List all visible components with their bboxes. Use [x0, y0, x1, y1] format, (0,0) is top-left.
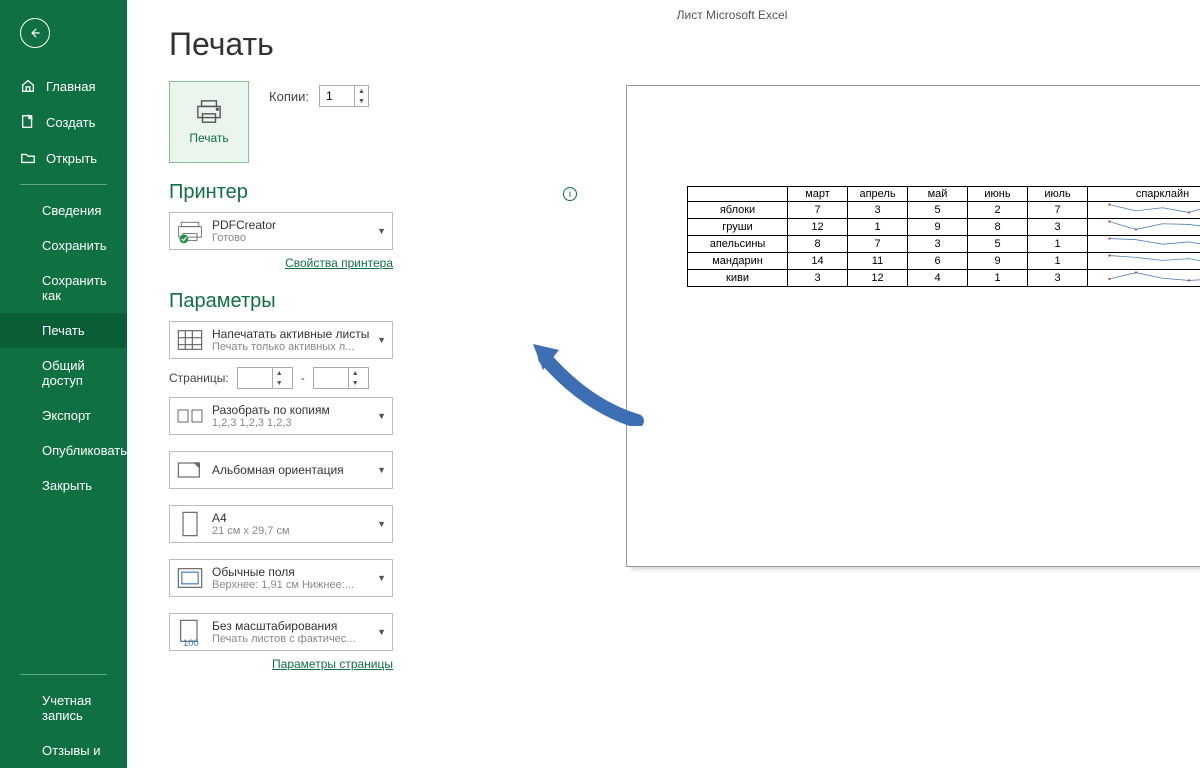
sidebar-item[interactable]: Учетная запись	[0, 683, 127, 733]
sidebar-item[interactable]: Печать	[0, 313, 127, 348]
sidebar-item-label: Сохранить как	[42, 273, 127, 303]
printer-icon	[194, 99, 224, 125]
sidebar-item[interactable]: Открыть	[0, 140, 127, 176]
section-params: Параметры	[169, 290, 577, 313]
printer-properties-link[interactable]: Свойства принтера	[285, 256, 393, 270]
spinner-up-icon[interactable]: ▲	[355, 86, 368, 96]
sidebar-item[interactable]: Отзывы и	[0, 733, 127, 768]
sidebar-item-label: Сведения	[42, 203, 101, 218]
sparkline	[1088, 219, 1200, 236]
sparkline	[1088, 253, 1200, 270]
section-printer: Принтер i	[169, 181, 577, 204]
sidebar-item-label: Открыть	[46, 151, 97, 166]
window-title: Лист Microsoft Excel	[127, 8, 1200, 22]
new-icon	[20, 114, 36, 130]
sidebar-item-label: Экспорт	[42, 408, 91, 423]
sidebar-item[interactable]: Экспорт	[0, 398, 127, 433]
orientation-combo[interactable]: Альбомная ориентация ▼	[169, 451, 393, 489]
sidebar-item-label: Главная	[46, 79, 95, 94]
printer-status: Готово	[212, 232, 373, 244]
chevron-down-icon: ▼	[377, 226, 386, 236]
main-area: Лист Microsoft Excel Мар Печать Печать К…	[127, 0, 1200, 768]
sidebar-item-label: Опубликовать	[42, 443, 127, 458]
printer-combo[interactable]: PDFCreator Готово ▼	[169, 212, 393, 250]
chevron-down-icon: ▼	[377, 627, 386, 637]
page-title: Печать	[169, 26, 577, 63]
open-icon	[20, 150, 36, 166]
chevron-down-icon: ▼	[377, 465, 386, 475]
sidebar-item-label: Создать	[46, 115, 95, 130]
print-what-combo[interactable]: Напечатать активные листы Печать только …	[169, 321, 393, 359]
print-preview: мартапрельмайиюньиюльспарклайняблоки7352…	[617, 26, 1200, 768]
preview-table: мартапрельмайиюньиюльспарклайняблоки7352…	[687, 186, 1200, 287]
sidebar-item-label: Сохранить	[42, 238, 107, 253]
sparkline	[1088, 236, 1200, 253]
copies-spinner[interactable]: ▲▼	[319, 85, 369, 107]
sidebar-item-label: Печать	[42, 323, 85, 338]
back-button[interactable]	[20, 18, 50, 48]
pages-label: Страницы:	[169, 371, 229, 385]
sidebar-item[interactable]: Сведения	[0, 193, 127, 228]
margins-icon	[176, 564, 204, 592]
copies-label: Копии:	[269, 89, 309, 104]
paper-size-combo[interactable]: A421 см x 29,7 см ▼	[169, 505, 393, 543]
sidebar-item[interactable]: Опубликовать	[0, 433, 127, 468]
sidebar-item[interactable]: Закрыть	[0, 468, 127, 503]
sidebar-item[interactable]: Создать	[0, 104, 127, 140]
info-icon[interactable]: i	[563, 187, 577, 201]
scaling-icon: 100	[176, 618, 204, 646]
sidebar-item-label: Учетная запись	[42, 693, 127, 723]
orientation-icon	[176, 456, 204, 484]
page-from-spinner[interactable]: ▲▼	[237, 367, 293, 389]
printer-status-icon	[176, 217, 204, 245]
chevron-down-icon: ▼	[377, 411, 386, 421]
preview-page: мартапрельмайиюньиюльспарклайняблоки7352…	[627, 86, 1200, 566]
printer-name: PDFCreator	[212, 218, 373, 232]
sidebar-item[interactable]: Сохранить как	[0, 263, 127, 313]
sparkline	[1088, 270, 1200, 287]
page-to-spinner[interactable]: ▲▼	[313, 367, 369, 389]
chevron-down-icon: ▼	[377, 335, 386, 345]
print-button[interactable]: Печать	[169, 81, 249, 163]
page-icon	[176, 510, 204, 538]
sidebar-separator	[20, 184, 107, 185]
home-icon	[20, 78, 36, 94]
sidebar-item[interactable]: Общий доступ	[0, 348, 127, 398]
sidebar-item-label: Отзывы и	[42, 743, 101, 758]
spinner-down-icon[interactable]: ▼	[355, 96, 368, 106]
collate-icon	[176, 402, 204, 430]
backstage-sidebar: Главная Создать Открыть Сведения Сохранить С…	[0, 0, 127, 768]
sidebar-item-label: Закрыть	[42, 478, 92, 493]
margins-combo[interactable]: Обычные поляВерхнее: 1,91 см Нижнее:... …	[169, 559, 393, 597]
sidebar-item[interactable]: Сохранить	[0, 228, 127, 263]
page-setup-link[interactable]: Параметры страницы	[272, 657, 393, 671]
copies-input[interactable]	[320, 89, 354, 103]
sparkline	[1088, 202, 1200, 219]
chevron-down-icon: ▼	[377, 573, 386, 583]
print-button-label: Печать	[189, 131, 228, 145]
sidebar-separator	[20, 674, 107, 675]
svg-text:100: 100	[183, 638, 199, 646]
chevron-down-icon: ▼	[377, 519, 386, 529]
print-settings: Печать Печать Копии: ▲▼	[169, 26, 577, 768]
sidebar-item[interactable]: Главная	[0, 68, 127, 104]
grid-icon	[176, 326, 204, 354]
scaling-combo[interactable]: 100 Без масштабированияПечать листов с ф…	[169, 613, 393, 651]
sidebar-item-label: Общий доступ	[42, 358, 127, 388]
collate-combo[interactable]: Разобрать по копиям1,2,3 1,2,3 1,2,3 ▼	[169, 397, 393, 435]
